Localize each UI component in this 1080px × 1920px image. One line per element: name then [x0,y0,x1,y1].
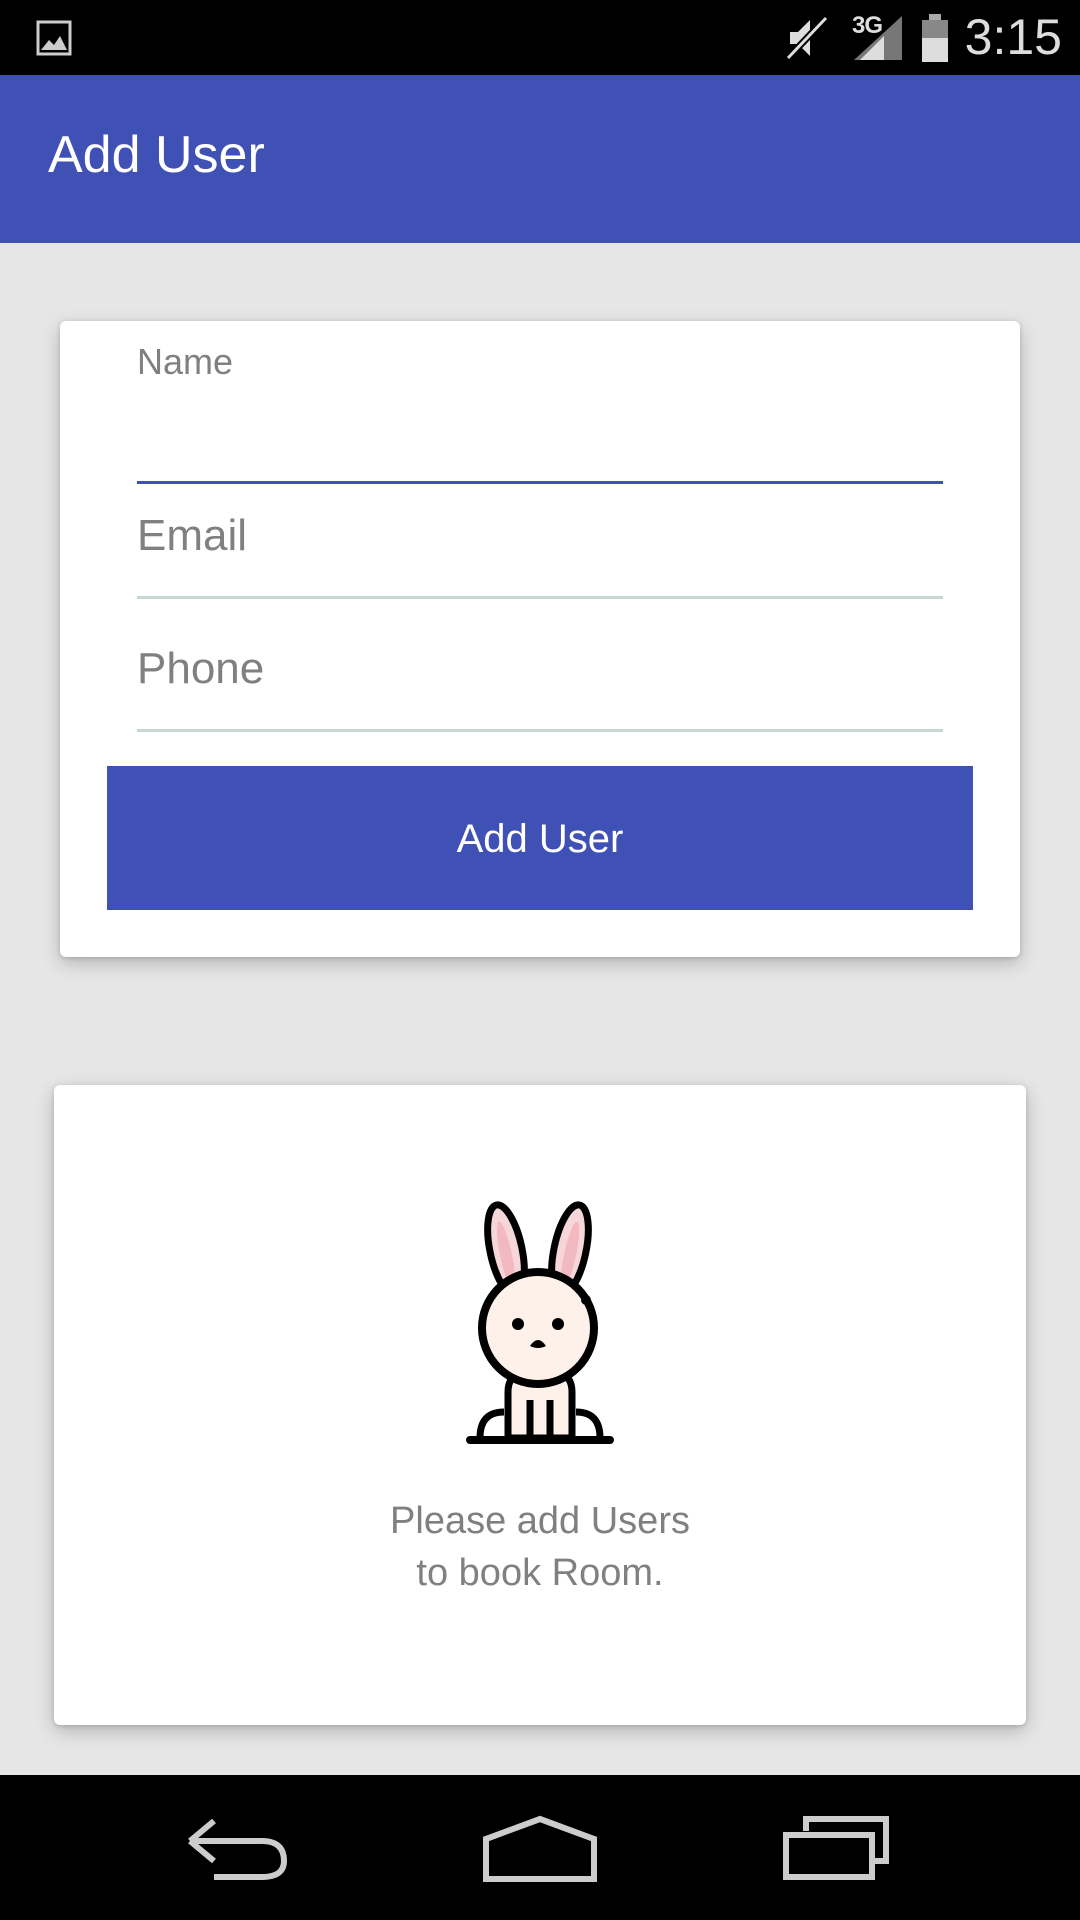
empty-state-card: Please add Users to book Room. [54,1085,1026,1725]
phone-field [137,639,943,739]
phone-input[interactable] [137,639,943,699]
app-bar: Add User [0,75,1080,243]
battery-icon [922,14,948,62]
navigation-bar [0,1775,1080,1920]
status-clock: 3:15 [964,9,1062,65]
empty-state-line-2: to book Room. [416,1552,664,1594]
status-bar: 3G 3:15 [0,0,1080,75]
email-field-underline [137,596,943,599]
home-icon [483,1815,597,1882]
bunny-icon [466,1201,614,1444]
mute-icon [785,15,829,61]
recents-button[interactable] [740,1775,940,1920]
empty-state-line-1: Please add Users [390,1500,690,1542]
page-title: Add User [48,126,265,184]
add-user-button[interactable]: Add User [107,766,973,910]
name-field: Name [137,341,943,484]
email-input[interactable] [137,506,943,566]
name-input[interactable] [137,391,943,451]
gallery-icon [36,20,72,56]
network-type-label: 3G [852,12,883,39]
phone-field-underline [137,729,943,732]
content-area: Name Add User [0,243,1080,1775]
email-field [137,506,943,606]
add-user-form-card: Name Add User [60,321,1020,957]
name-field-label: Name [137,341,234,382]
empty-state-message: Please add Users to book Room. [54,1495,1026,1599]
back-icon [188,1818,288,1880]
recents-icon [783,1816,889,1880]
home-button[interactable] [440,1775,640,1920]
back-button[interactable] [140,1775,340,1920]
name-field-underline [137,481,943,484]
